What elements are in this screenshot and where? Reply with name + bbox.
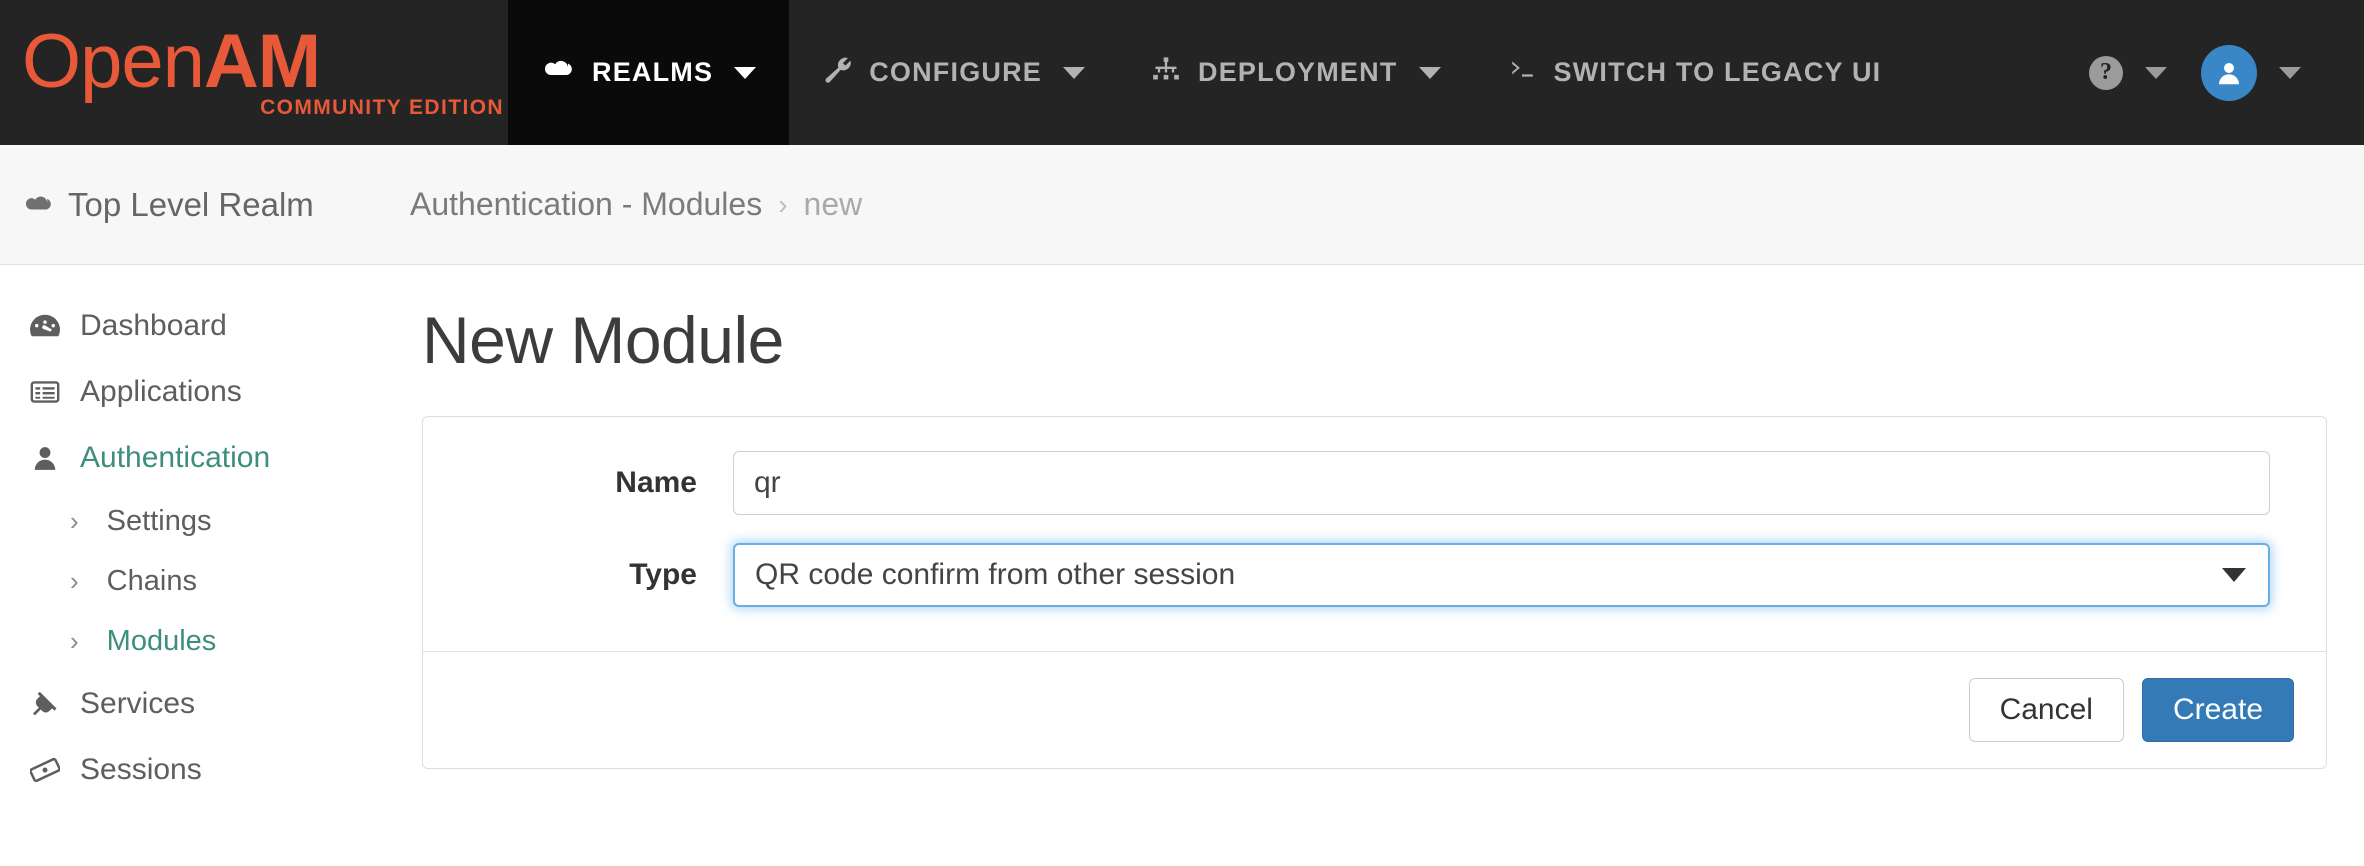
type-select-value: QR code confirm from other session (755, 558, 1236, 591)
cloud-icon (541, 56, 575, 89)
sidebar-item-dashboard[interactable]: Dashboard (0, 293, 410, 359)
nav-item-switch-legacy-ui[interactable]: SWITCH TO LEGACY UI (1474, 0, 1915, 145)
user-menu-button[interactable] (2184, 44, 2318, 101)
nav-item-switch-legacy-ui-label: SWITCH TO LEGACY UI (1553, 57, 1882, 87)
breadcrumb-current: new (803, 186, 863, 222)
breadcrumb-separator-icon: › (778, 188, 788, 220)
sidebar-item-services-label: Services (80, 687, 196, 720)
page-title: New Module (422, 303, 784, 377)
primary-nav: REALMS CONFIGURE DEPLOYMENT SWITCH TO LE… (508, 0, 2364, 145)
breadcrumb-parent[interactable]: Authentication - Modules (410, 186, 762, 223)
sidebar-item-services[interactable]: Services (0, 671, 410, 737)
chevron-down-icon (1418, 66, 1441, 79)
sidebar-item-modules-label: Modules (106, 624, 217, 657)
brand-subtitle: COMMUNITY EDITION (260, 95, 504, 119)
sidebar-item-sessions-label: Sessions (80, 753, 202, 786)
form-row-type: Type QR code confirm from other session (423, 543, 2326, 607)
chevron-down-icon (2222, 568, 2246, 582)
sidebar-item-sessions[interactable]: Sessions (0, 737, 410, 803)
type-label: Type (629, 558, 697, 591)
card-footer: Cancel Create (423, 651, 2326, 768)
chevron-down-icon (1063, 66, 1086, 79)
nav-item-configure[interactable]: CONFIGURE (789, 0, 1118, 145)
sidebar-item-dashboard-label: Dashboard (80, 309, 227, 342)
nav-right-group: ? (2072, 0, 2364, 145)
sidebar-item-applications-label: Applications (80, 375, 242, 408)
wrench-icon (822, 54, 852, 91)
top-navbar: OpenAM COMMUNITY EDITION REALMS CONFIGUR… (0, 0, 2364, 145)
brand-am-text: AM (203, 18, 321, 104)
help-menu-button[interactable]: ? (2072, 55, 2184, 90)
nav-item-configure-label: CONFIGURE (869, 57, 1043, 87)
sidebar-item-settings-label: Settings (106, 504, 212, 537)
realm-name: Top Level Realm (68, 185, 314, 223)
nav-item-deployment[interactable]: DEPLOYMENT (1118, 0, 1474, 145)
cloud-icon (22, 186, 54, 224)
sidebar-item-chains-label: Chains (106, 564, 197, 597)
chevron-right-icon: › (70, 566, 79, 596)
nav-item-realms-label: REALMS (592, 57, 714, 87)
name-label: Name (615, 466, 697, 499)
chevron-right-icon: › (70, 626, 79, 656)
form-row-name: Name (423, 451, 2326, 515)
type-field-wrap: QR code confirm from other session (733, 543, 2326, 607)
nav-item-realms[interactable]: REALMS (508, 0, 790, 145)
dashboard-icon (28, 313, 62, 339)
terminal-icon (1507, 56, 1537, 89)
chevron-down-icon (2145, 66, 2167, 79)
chevron-right-icon: › (70, 506, 79, 536)
brand-open-text: Open (22, 18, 205, 104)
plug-icon (28, 690, 62, 718)
brand-wordmark: OpenAM (22, 23, 508, 99)
page-body: Dashboard Applications Authentication › … (0, 265, 2364, 866)
card-body: Name Type QR code confirm from other ses… (423, 417, 2326, 651)
name-field-wrap (733, 451, 2326, 515)
sidebar-item-authentication[interactable]: Authentication (0, 425, 410, 491)
sidebar-item-modules[interactable]: › Modules (0, 611, 410, 671)
sidebar-item-applications[interactable]: Applications (0, 359, 410, 425)
nav-item-deployment-label: DEPLOYMENT (1198, 57, 1398, 87)
new-module-card: Name Type QR code confirm from other ses… (422, 416, 2327, 769)
chevron-down-icon (2279, 66, 2301, 79)
breadcrumb-bar: Top Level Realm Authentication - Modules… (0, 145, 2364, 265)
main-content: New Module Name Type QR code confirm fro… (410, 265, 2364, 866)
realm-selector[interactable]: Top Level Realm (0, 186, 410, 224)
list-alt-icon (28, 380, 62, 404)
brand-logo[interactable]: OpenAM COMMUNITY EDITION (0, 0, 508, 145)
chevron-down-icon (734, 66, 757, 79)
create-button[interactable]: Create (2141, 678, 2294, 742)
user-icon (28, 444, 62, 472)
help-circle-icon: ? (2089, 55, 2123, 90)
avatar (2201, 44, 2257, 101)
sitemap-icon (1151, 55, 1181, 90)
sidebar: Dashboard Applications Authentication › … (0, 265, 410, 866)
sidebar-item-settings[interactable]: › Settings (0, 491, 410, 551)
sidebar-item-authentication-label: Authentication (80, 441, 271, 474)
cancel-button[interactable]: Cancel (1968, 678, 2124, 742)
sidebar-item-chains[interactable]: › Chains (0, 551, 410, 611)
name-input[interactable] (733, 451, 2270, 515)
type-select[interactable]: QR code confirm from other session (733, 543, 2270, 607)
ticket-icon (28, 757, 62, 783)
breadcrumb: Authentication - Modules › new (410, 186, 862, 223)
